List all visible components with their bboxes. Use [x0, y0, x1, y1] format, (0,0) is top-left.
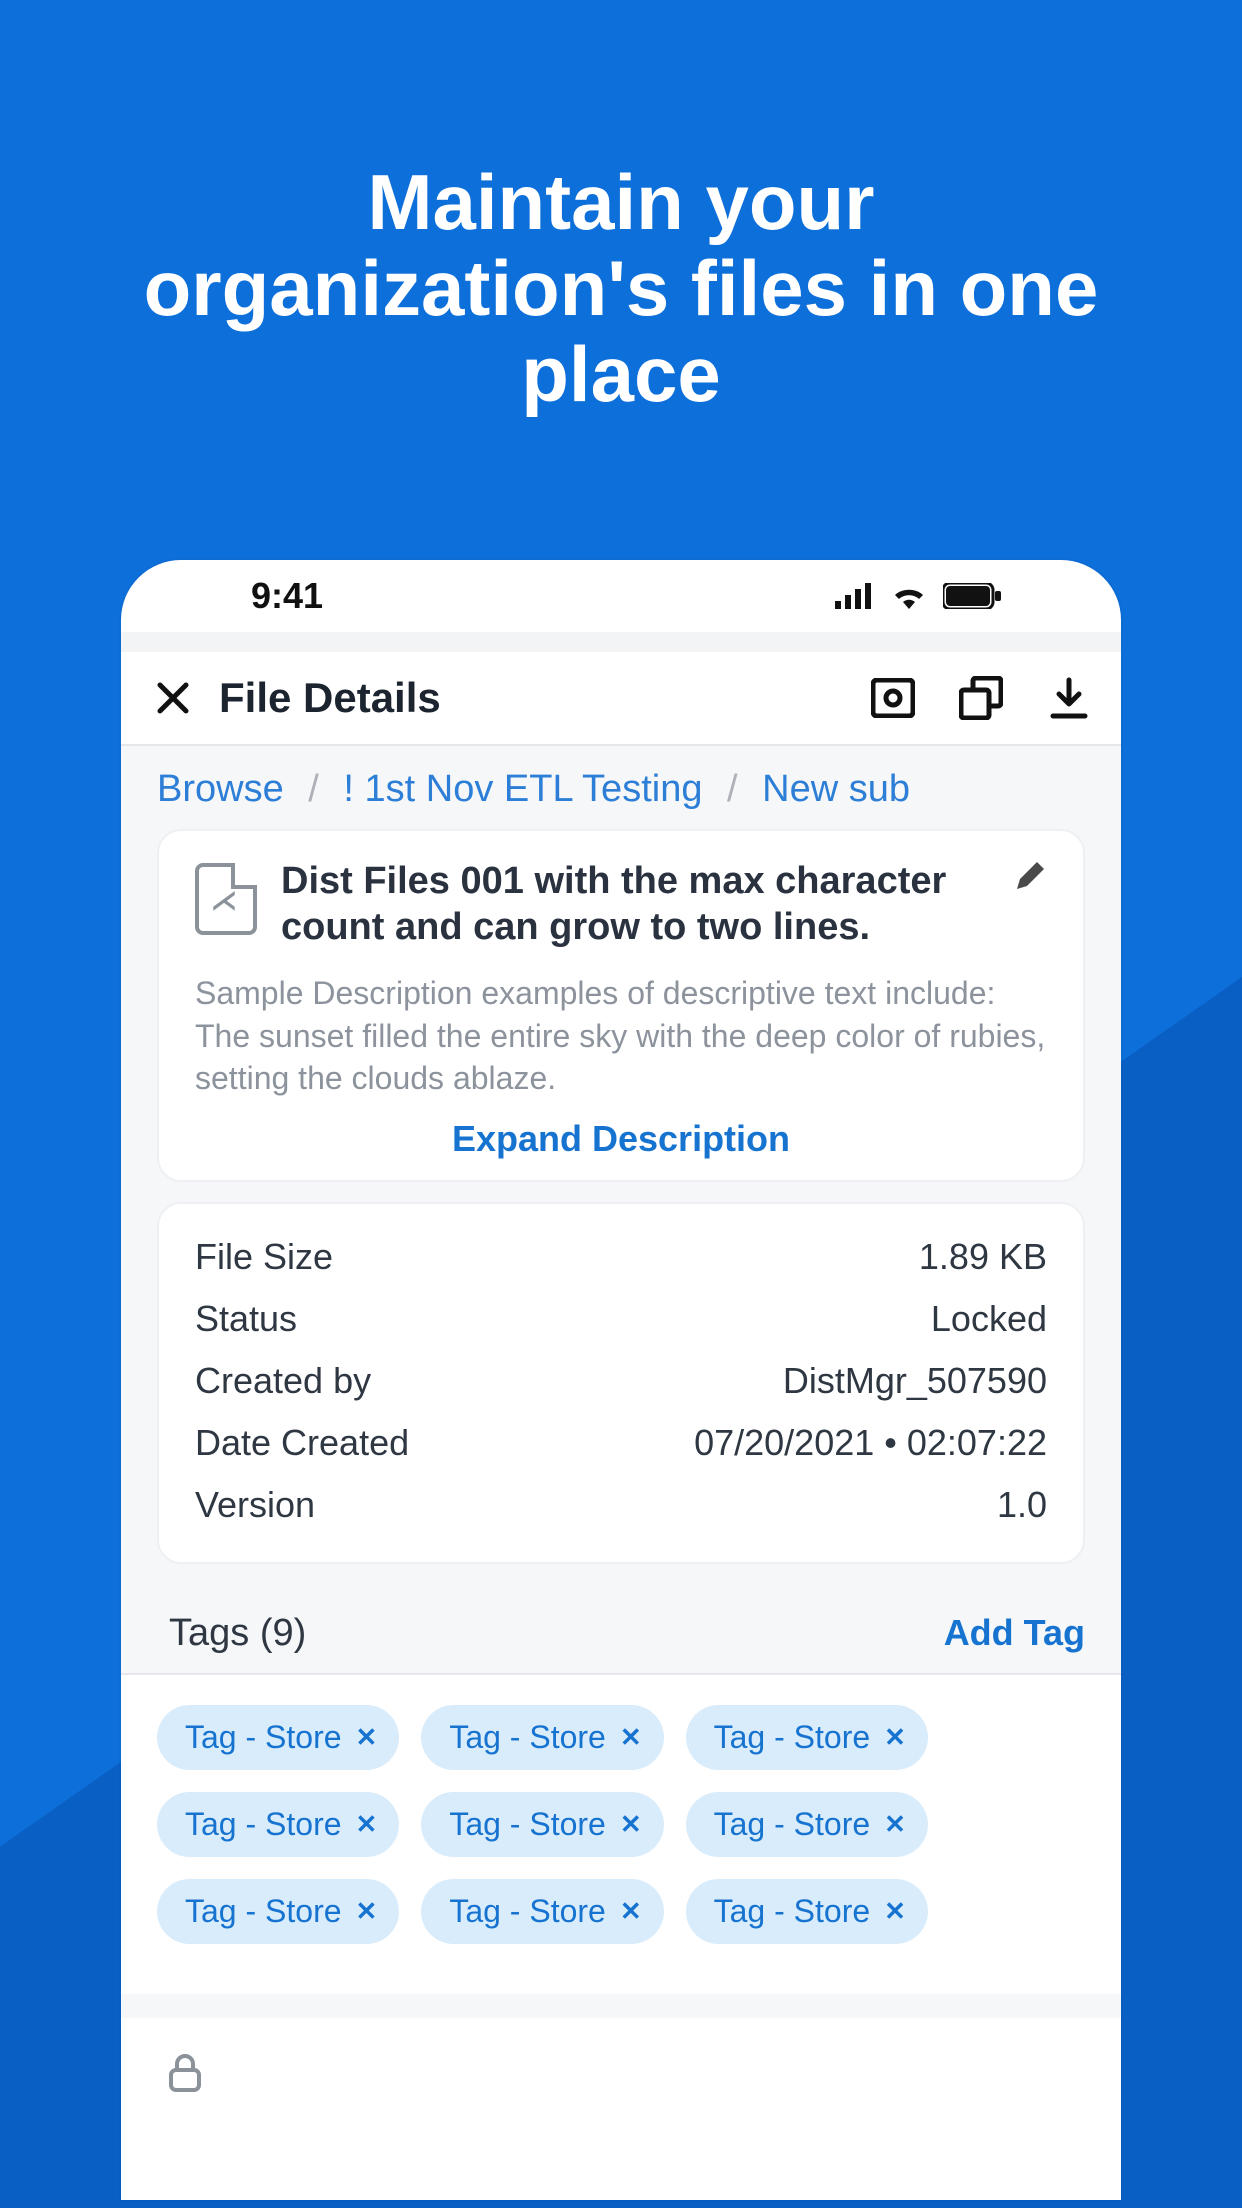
remove-tag-icon[interactable]: ✕: [620, 1809, 642, 1840]
breadcrumb-item[interactable]: ! 1st Nov ETL Testing: [343, 768, 702, 810]
status-bar: 9:41: [121, 560, 1121, 632]
phone-frame: 9:41 File Details Browse / ! 1st: [121, 560, 1121, 2200]
meta-value: 1.89 KB: [919, 1236, 1047, 1278]
breadcrumb: Browse / ! 1st Nov ETL Testing / New sub: [121, 746, 1121, 829]
edit-icon[interactable]: [1013, 859, 1047, 893]
file-title: Dist Files 001 with the max character co…: [281, 859, 983, 950]
tag-label: Tag - Store: [185, 1719, 342, 1756]
meta-key: Date Created: [195, 1422, 409, 1464]
file-card: ⋌ Dist Files 001 with the max character …: [157, 829, 1085, 1182]
promo-heading: Maintain your organization's files in on…: [121, 160, 1121, 417]
status-icons: [835, 583, 1001, 609]
tags-area: Tag - Store ✕ Tag - Store ✕ Tag - Store ✕ T…: [121, 1673, 1121, 1994]
expand-description-link[interactable]: Expand Description: [195, 1118, 1047, 1160]
remove-tag-icon[interactable]: ✕: [884, 1722, 906, 1753]
close-icon[interactable]: [155, 680, 191, 716]
remove-tag-icon[interactable]: ✕: [356, 1809, 378, 1840]
meta-value: 1.0: [997, 1484, 1047, 1526]
meta-key: File Size: [195, 1236, 333, 1278]
meta-row: Version 1.0: [195, 1474, 1047, 1536]
remove-tag-icon[interactable]: ✕: [620, 1896, 642, 1927]
tag-chip[interactable]: Tag - Store ✕: [686, 1879, 928, 1944]
divider: [121, 1994, 1121, 2018]
tag-label: Tag - Store: [714, 1719, 871, 1756]
divider: [121, 632, 1121, 652]
preview-icon[interactable]: [871, 678, 915, 718]
remove-tag-icon[interactable]: ✕: [620, 1722, 642, 1753]
tag-label: Tag - Store: [714, 1893, 871, 1930]
tag-chip[interactable]: Tag - Store ✕: [157, 1879, 399, 1944]
tags-count-label: Tags (9): [169, 1612, 306, 1655]
tag-chip[interactable]: Tag - Store ✕: [157, 1792, 399, 1857]
tag-chip[interactable]: Tag - Store ✕: [421, 1792, 663, 1857]
tag-label: Tag - Store: [449, 1806, 606, 1843]
file-meta-card: File Size 1.89 KB Status Locked Created by…: [157, 1202, 1085, 1564]
signal-icon: [835, 583, 875, 609]
breadcrumb-item[interactable]: New sub: [762, 768, 910, 810]
download-icon[interactable]: [1047, 676, 1091, 720]
remove-tag-icon[interactable]: ✕: [884, 1896, 906, 1927]
file-description: Sample Description examples of descripti…: [195, 972, 1047, 1100]
tag-chip[interactable]: Tag - Store ✕: [421, 1879, 663, 1944]
add-tag-button[interactable]: Add Tag: [944, 1612, 1085, 1654]
remove-tag-icon[interactable]: ✕: [884, 1809, 906, 1840]
tag-label: Tag - Store: [185, 1806, 342, 1843]
battery-icon: [943, 583, 1001, 609]
breadcrumb-separator: /: [308, 768, 319, 810]
tag-chip[interactable]: Tag - Store ✕: [421, 1705, 663, 1770]
meta-key: Created by: [195, 1360, 371, 1402]
tag-chip[interactable]: Tag - Store ✕: [157, 1705, 399, 1770]
remove-tag-icon[interactable]: ✕: [356, 1722, 378, 1753]
tag-label: Tag - Store: [714, 1806, 871, 1843]
page-title: File Details: [219, 674, 843, 722]
tag-chip[interactable]: Tag - Store ✕: [686, 1792, 928, 1857]
pdf-file-icon: ⋌: [195, 863, 257, 935]
wifi-icon: [891, 583, 927, 609]
tags-header: Tags (9) Add Tag: [121, 1584, 1121, 1665]
tag-label: Tag - Store: [449, 1719, 606, 1756]
meta-key: Status: [195, 1298, 297, 1340]
meta-row: Created by DistMgr_507590: [195, 1350, 1047, 1412]
breadcrumb-item[interactable]: Browse: [157, 768, 284, 810]
app-header: File Details: [121, 652, 1121, 746]
lock-row: [121, 2018, 1121, 2097]
remove-tag-icon[interactable]: ✕: [356, 1896, 378, 1927]
meta-key: Version: [195, 1484, 315, 1526]
meta-row: Status Locked: [195, 1288, 1047, 1350]
meta-row: File Size 1.89 KB: [195, 1226, 1047, 1288]
lock-icon: [167, 2052, 203, 2092]
meta-value: 07/20/2021 • 02:07:22: [694, 1422, 1047, 1464]
meta-value: Locked: [931, 1298, 1047, 1340]
meta-value: DistMgr_507590: [783, 1360, 1047, 1402]
breadcrumb-separator: /: [727, 768, 738, 810]
status-time: 9:41: [251, 575, 323, 617]
tag-label: Tag - Store: [449, 1893, 606, 1930]
copy-icon[interactable]: [959, 676, 1003, 720]
meta-row: Date Created 07/20/2021 • 02:07:22: [195, 1412, 1047, 1474]
tag-label: Tag - Store: [185, 1893, 342, 1930]
tag-chip[interactable]: Tag - Store ✕: [686, 1705, 928, 1770]
